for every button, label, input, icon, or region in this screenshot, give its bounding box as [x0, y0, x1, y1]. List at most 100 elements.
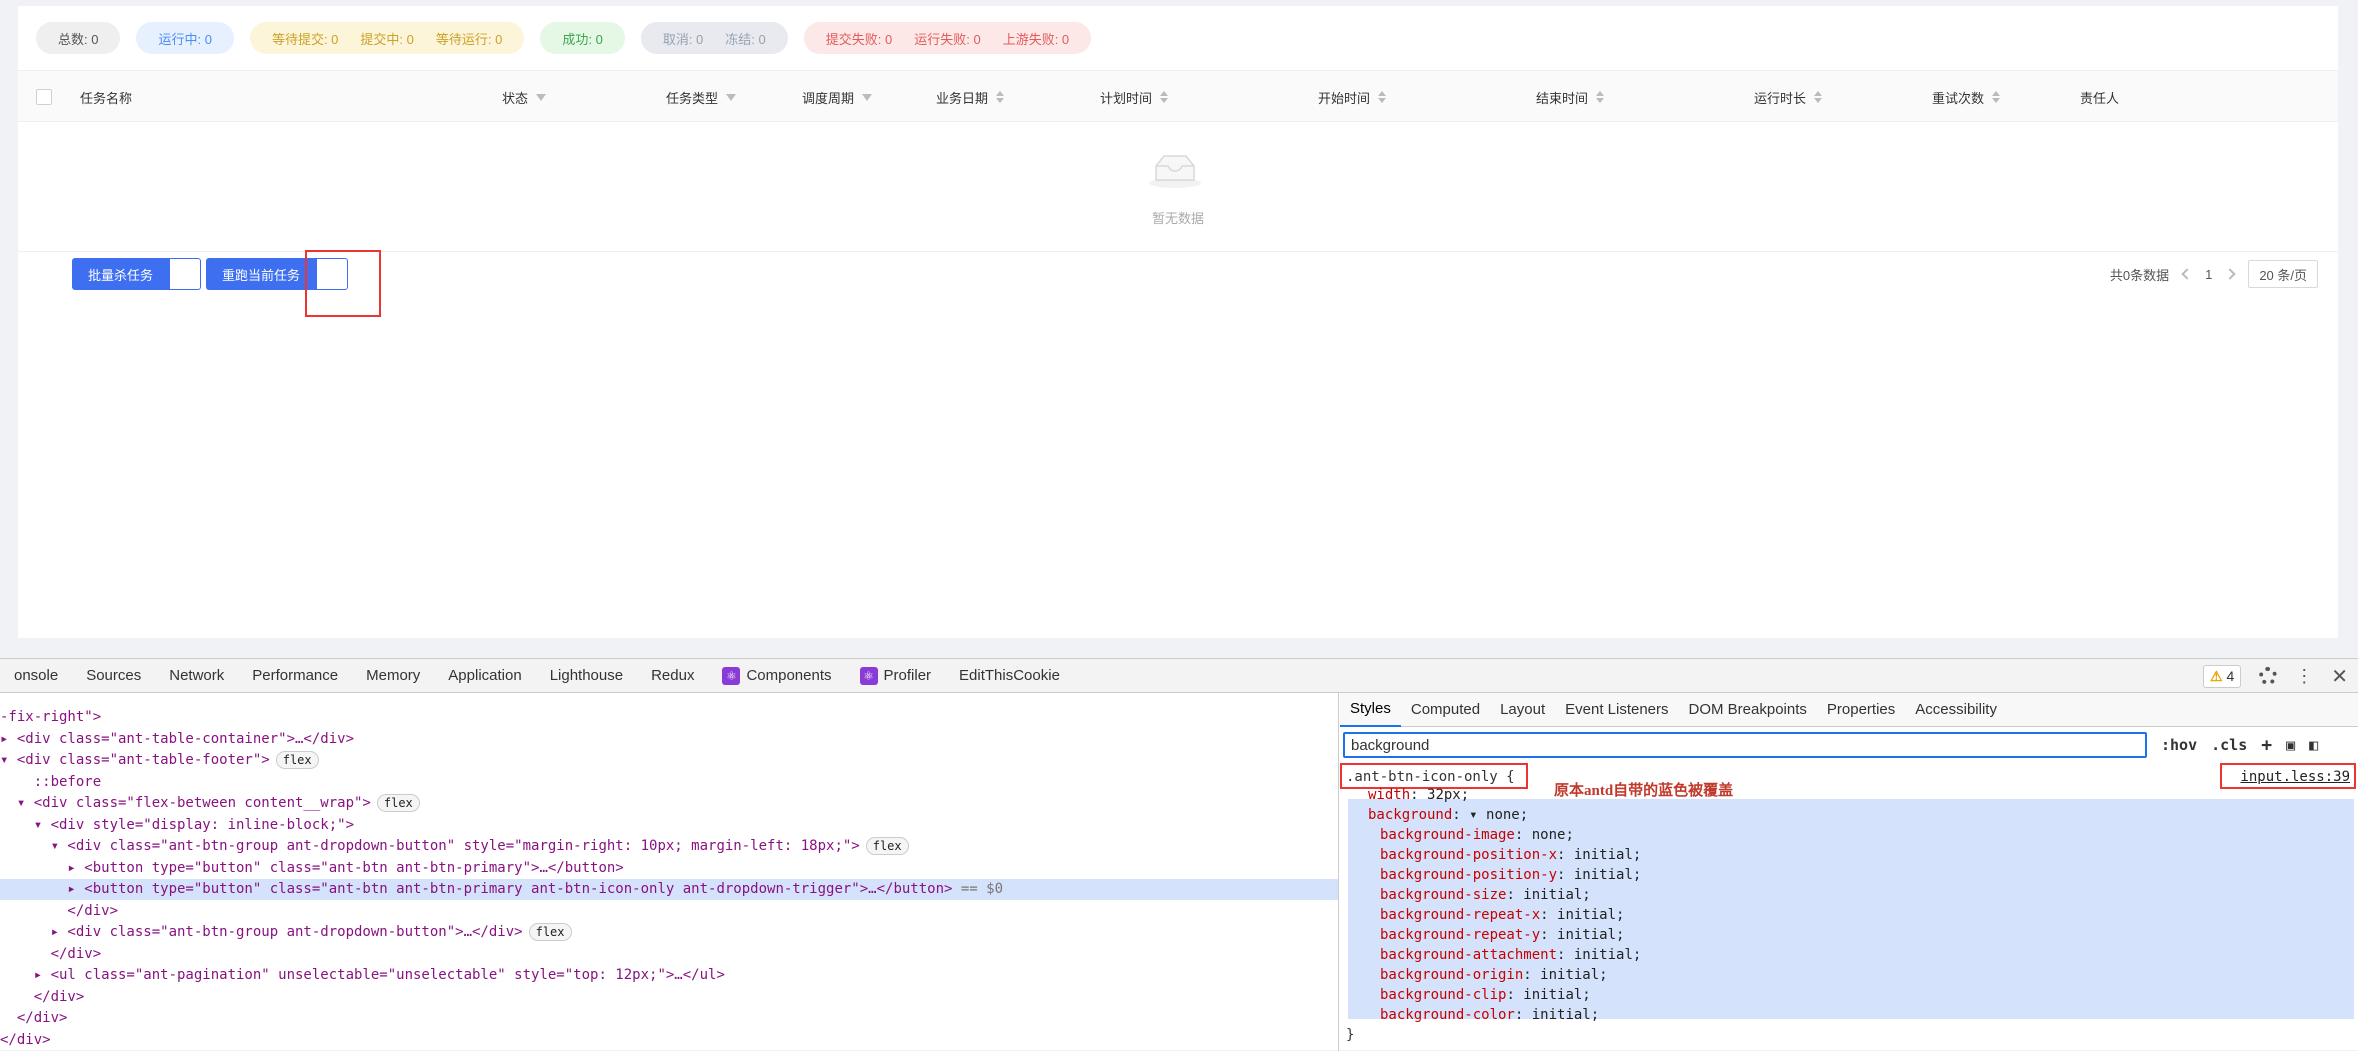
- dom-node[interactable]: </div>: [0, 944, 1338, 965]
- dom-node-selected[interactable]: ▸ <button type="button" class="ant-btn a…: [0, 879, 1338, 900]
- column-header[interactable]: 运行时长: [1754, 71, 1823, 123]
- next-page-icon[interactable]: [2224, 268, 2236, 280]
- styles-subtab[interactable]: Properties: [1817, 693, 1905, 727]
- devtools-tab[interactable]: Redux: [637, 667, 708, 684]
- css-property[interactable]: background-clip: initial;: [1380, 985, 1591, 1005]
- devtools-tab[interactable]: Memory: [352, 667, 434, 684]
- filter-icon[interactable]: [536, 93, 547, 101]
- dom-node-text: ▾ <div style="display: inline-block;">: [0, 816, 355, 833]
- more-menu-icon[interactable]: ⋮: [2295, 666, 2313, 687]
- page-size-select[interactable]: 20 条/页: [2248, 260, 2318, 288]
- styles-subtab[interactable]: Event Listeners: [1555, 693, 1678, 727]
- column-header[interactable]: 任务类型: [666, 71, 737, 123]
- batch-kill-button[interactable]: 批量杀任务: [72, 258, 170, 290]
- dom-node[interactable]: </div>: [0, 987, 1338, 1008]
- css-property[interactable]: background-position-x: initial;: [1380, 845, 1641, 865]
- warning-badge[interactable]: ⚠ 4: [2202, 664, 2242, 688]
- css-property[interactable]: background-image: none;: [1380, 825, 1574, 845]
- styles-filter-input[interactable]: background: [1343, 732, 2147, 758]
- styles-subtab[interactable]: Computed: [1401, 693, 1490, 727]
- dom-node[interactable]: ▸ <ul class="ant-pagination" unselectabl…: [0, 965, 1338, 986]
- dom-node[interactable]: </div>: [0, 901, 1338, 922]
- sort-icon[interactable]: [996, 91, 1005, 103]
- batch-kill-dropdown-trigger[interactable]: [169, 258, 202, 290]
- filter-icon[interactable]: [862, 93, 873, 101]
- css-property[interactable]: background-origin: initial;: [1380, 965, 1608, 985]
- css-property-value: initial;: [1548, 927, 1625, 943]
- styles-subtab[interactable]: Layout: [1490, 693, 1555, 727]
- column-header[interactable]: 重试次数: [1932, 71, 2001, 123]
- status-pill-slate[interactable]: 取消: 0 冻结: 0: [640, 22, 788, 54]
- devtools-tab[interactable]: ⚛ Profiler: [846, 666, 946, 685]
- dom-node-text: ▸ <button type="button" class="ant-btn a…: [0, 881, 953, 897]
- flex-badge[interactable]: flex: [275, 751, 319, 769]
- styles-subtab[interactable]: Styles: [1340, 693, 1401, 727]
- status-pill-red[interactable]: 提交失败: 0 运行失败: 0 上游失败: 0: [803, 22, 1092, 54]
- dom-node[interactable]: ▾ <div class="ant-btn-group ant-dropdown…: [0, 836, 1338, 857]
- column-header[interactable]: 开始时间: [1318, 71, 1387, 123]
- css-property[interactable]: width: 32px;: [1368, 785, 1469, 805]
- status-pill-yellow[interactable]: 等待提交: 0 提交中: 0 等待运行: 0: [249, 22, 525, 54]
- devtools-tab[interactable]: EditThisCookie: [945, 667, 1074, 684]
- dom-node[interactable]: ▾ <div class="ant-table-footer"> flex: [0, 750, 1338, 771]
- dom-node[interactable]: ▸ <div class="ant-table-container">…</di…: [0, 729, 1338, 750]
- devtools-tab[interactable]: Lighthouse: [536, 667, 637, 684]
- flex-badge[interactable]: flex: [865, 837, 909, 855]
- dom-node[interactable]: ▾ <div style="display: inline-block;">: [0, 815, 1338, 836]
- column-header[interactable]: 责任人: [2080, 71, 2119, 123]
- css-property[interactable]: background-repeat-y: initial;: [1380, 925, 1624, 945]
- rerun-button[interactable]: 重跑当前任务: [206, 258, 317, 290]
- rule-close-brace: }: [1346, 1027, 1355, 1043]
- css-property[interactable]: background-size: initial;: [1380, 885, 1591, 905]
- flex-badge[interactable]: flex: [528, 923, 572, 941]
- cls-toggle[interactable]: .cls: [2211, 736, 2247, 754]
- select-all-checkbox[interactable]: [36, 71, 52, 123]
- close-icon[interactable]: ✕: [2331, 664, 2348, 689]
- dom-node[interactable]: ▸ <div class="ant-btn-group ant-dropdown…: [0, 922, 1338, 943]
- sort-icon[interactable]: [1160, 91, 1169, 103]
- css-property[interactable]: background: ▾ none;: [1368, 805, 1528, 825]
- status-pill-blue[interactable]: 运行中: 0: [136, 22, 234, 54]
- devtools-tab[interactable]: Performance: [238, 667, 352, 684]
- new-rule-icon[interactable]: +: [2261, 735, 2272, 756]
- dom-node[interactable]: ::before: [0, 772, 1338, 793]
- flex-badge[interactable]: flex: [376, 794, 420, 812]
- styles-subtab[interactable]: Accessibility: [1905, 693, 2007, 727]
- dom-node[interactable]: -fix-right">: [0, 707, 1338, 728]
- column-header[interactable]: 任务名称: [80, 71, 132, 123]
- dom-node[interactable]: </div>: [0, 1030, 1338, 1051]
- sort-icon[interactable]: [1814, 91, 1823, 103]
- hov-toggle[interactable]: :hov: [2161, 736, 2197, 754]
- pagination-current-page[interactable]: 1: [2205, 267, 2212, 282]
- styles-subtab[interactable]: DOM Breakpoints: [1679, 693, 1817, 727]
- column-header[interactable]: 状态: [502, 71, 547, 123]
- dom-node[interactable]: ▸ <button type="button" class="ant-btn a…: [0, 858, 1338, 879]
- devtools-tab[interactable]: Network: [155, 667, 238, 684]
- dom-node[interactable]: ▾ <div class="flex-between content__wrap…: [0, 793, 1338, 814]
- devtools-tab[interactable]: Application: [434, 667, 535, 684]
- column-header[interactable]: 业务日期: [936, 71, 1005, 123]
- column-header[interactable]: 调度周期: [802, 71, 873, 123]
- status-pill-green[interactable]: 成功: 0: [540, 22, 625, 54]
- devtools-tab[interactable]: ⚛ Components: [708, 666, 845, 685]
- column-header[interactable]: 计划时间: [1100, 71, 1169, 123]
- css-property[interactable]: background-color: initial;: [1380, 1005, 1599, 1025]
- sort-icon[interactable]: [1992, 91, 2001, 103]
- css-property[interactable]: background-attachment: initial;: [1380, 945, 1641, 965]
- devtools-tab-label: EditThisCookie: [959, 667, 1060, 684]
- filter-icon[interactable]: [726, 93, 737, 101]
- status-pill-gray[interactable]: 总数: 0: [36, 22, 121, 54]
- dom-node[interactable]: </div>: [0, 1008, 1338, 1029]
- prev-page-icon[interactable]: [2181, 268, 2193, 280]
- sidebar-toggle-icon[interactable]: ◧: [2309, 736, 2318, 754]
- css-property[interactable]: background-position-y: initial;: [1380, 865, 1641, 885]
- paint-icon[interactable]: ▣: [2286, 736, 2295, 754]
- gear-icon[interactable]: [2259, 667, 2278, 685]
- sort-icon[interactable]: [1596, 91, 1605, 103]
- column-header[interactable]: 结束时间: [1536, 71, 1605, 123]
- css-property[interactable]: background-repeat-x: initial;: [1380, 905, 1624, 925]
- devtools-tab[interactable]: onsole: [0, 667, 72, 684]
- sort-icon[interactable]: [1378, 91, 1387, 103]
- empty-text: 暂无数据: [1151, 211, 1204, 226]
- devtools-tab[interactable]: Sources: [72, 667, 155, 684]
